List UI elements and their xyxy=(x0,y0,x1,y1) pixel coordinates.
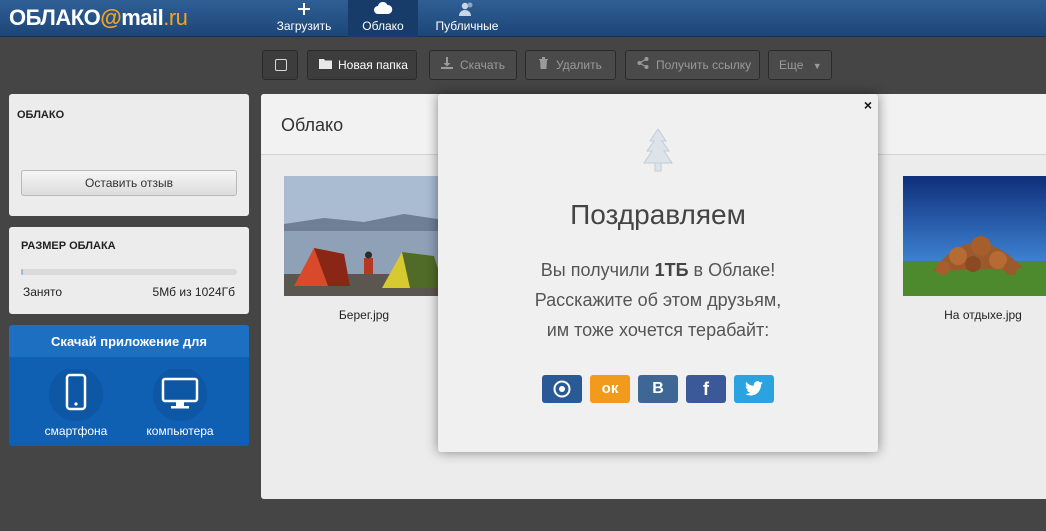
logo[interactable]: ОБЛАКО@mail.ru xyxy=(9,5,188,30)
app-download-title: Скачай приложение для xyxy=(9,325,249,357)
haystack-image xyxy=(903,176,1046,296)
app-smartphone-link[interactable]: смартфона xyxy=(26,367,126,438)
congrats-modal: × Поздравляем Вы получили 1ТБ в Облаке! … xyxy=(438,94,878,452)
tree-icon xyxy=(638,127,678,184)
nav-upload[interactable]: Загрузить xyxy=(270,0,338,37)
plus-icon xyxy=(270,0,338,19)
download-button[interactable]: Скачать xyxy=(429,50,517,80)
vk-icon: В xyxy=(652,380,664,397)
nav-public-label: Публичные xyxy=(435,19,499,33)
modal-line-1: Вы получили 1ТБ в Облаке! xyxy=(438,255,878,285)
mailru-icon xyxy=(553,380,571,398)
share-icon xyxy=(636,51,650,79)
folder-icon xyxy=(318,51,332,79)
monitor-icon xyxy=(130,367,230,424)
facebook-icon: f xyxy=(703,379,709,399)
share-mailru-button[interactable] xyxy=(542,375,582,403)
used-label: Занято xyxy=(23,285,63,299)
smartphone-icon xyxy=(26,367,126,424)
nav-cloud[interactable]: Облако xyxy=(348,0,418,37)
share-twitter-button[interactable] xyxy=(734,375,774,403)
nav-public[interactable]: Публичные xyxy=(430,0,504,37)
file-thumbnail-na-otdyhe[interactable] xyxy=(903,176,1046,296)
users-icon xyxy=(430,0,504,19)
nav-upload-label: Загрузить xyxy=(276,19,332,33)
trash-icon xyxy=(536,51,550,79)
checkbox-box xyxy=(275,59,287,71)
logo-mail: mail xyxy=(121,5,164,30)
modal-line-2: Расскажите об этом друзьям, xyxy=(534,290,782,310)
close-icon[interactable]: × xyxy=(864,97,872,113)
storage-usage-bar xyxy=(21,269,237,275)
logo-at: @ xyxy=(100,5,122,30)
get-link-label: Получить ссылку xyxy=(656,58,752,72)
modal-line-3: им тоже хочется терабайт: xyxy=(546,320,770,340)
modal-line-1-c: в Облаке! xyxy=(688,260,776,280)
share-vk-button[interactable]: В xyxy=(638,375,678,403)
file-name-bereg[interactable]: Берег.jpg xyxy=(284,308,444,322)
share-ok-button[interactable]: ок xyxy=(590,375,630,403)
delete-button[interactable]: Удалить xyxy=(525,50,616,80)
select-all-checkbox[interactable] xyxy=(262,50,298,80)
storage-panel-title: РАЗМЕР ОБЛАКА xyxy=(21,240,116,252)
feedback-button[interactable]: Оставить отзыв xyxy=(21,170,237,196)
storage-usage-fill xyxy=(21,269,24,275)
download-label: Скачать xyxy=(460,58,505,72)
cloud-panel: ОБЛАКО Оставить отзыв xyxy=(9,94,249,216)
storage-usage-row: Занято 5Мб из 1024Гб xyxy=(23,285,235,299)
more-label: Еще xyxy=(779,58,804,72)
download-icon xyxy=(440,51,454,79)
file-name-na-otdyhe[interactable]: На отдыхе.jpg xyxy=(903,308,1046,322)
cloud-panel-title: ОБЛАКО xyxy=(17,109,65,121)
share-facebook-button[interactable]: f xyxy=(686,375,726,403)
beach-tents-image xyxy=(284,176,444,296)
app-computer-label: компьютера xyxy=(146,424,214,438)
nav-cloud-label: Облако xyxy=(362,19,404,33)
modal-title: Поздравляем xyxy=(570,199,746,230)
app-download-panel: Скачай приложение для смартфона компьюте… xyxy=(9,325,249,446)
app-smartphone-label: смартфона xyxy=(44,424,108,438)
caret-down-icon: ▼ xyxy=(812,61,822,71)
ok-icon: ок xyxy=(601,380,619,397)
top-bar: ОБЛАКО@mail.ru Загрузить Облако Публичны… xyxy=(0,0,1046,37)
twitter-icon xyxy=(745,380,763,397)
logo-ru: .ru xyxy=(163,5,188,30)
file-thumbnail-bereg[interactable] xyxy=(284,176,444,296)
cloud-icon xyxy=(348,0,418,19)
page-title: Облако xyxy=(281,115,344,135)
more-button[interactable]: Еще ▼ xyxy=(768,50,832,80)
get-link-button[interactable]: Получить ссылку xyxy=(625,50,760,80)
used-value: 5Мб из 1024Гб xyxy=(152,285,235,299)
new-folder-label: Новая папка xyxy=(338,58,408,72)
logo-text: ОБЛАКО xyxy=(9,5,101,30)
modal-line-1-size: 1ТБ xyxy=(654,260,689,280)
new-folder-button[interactable]: Новая папка xyxy=(307,50,417,80)
storage-panel: РАЗМЕР ОБЛАКА Занято 5Мб из 1024Гб xyxy=(9,227,249,314)
delete-label: Удалить xyxy=(556,58,602,72)
modal-line-1-a: Вы получили xyxy=(540,260,655,280)
app-computer-link[interactable]: компьютера xyxy=(130,367,230,438)
